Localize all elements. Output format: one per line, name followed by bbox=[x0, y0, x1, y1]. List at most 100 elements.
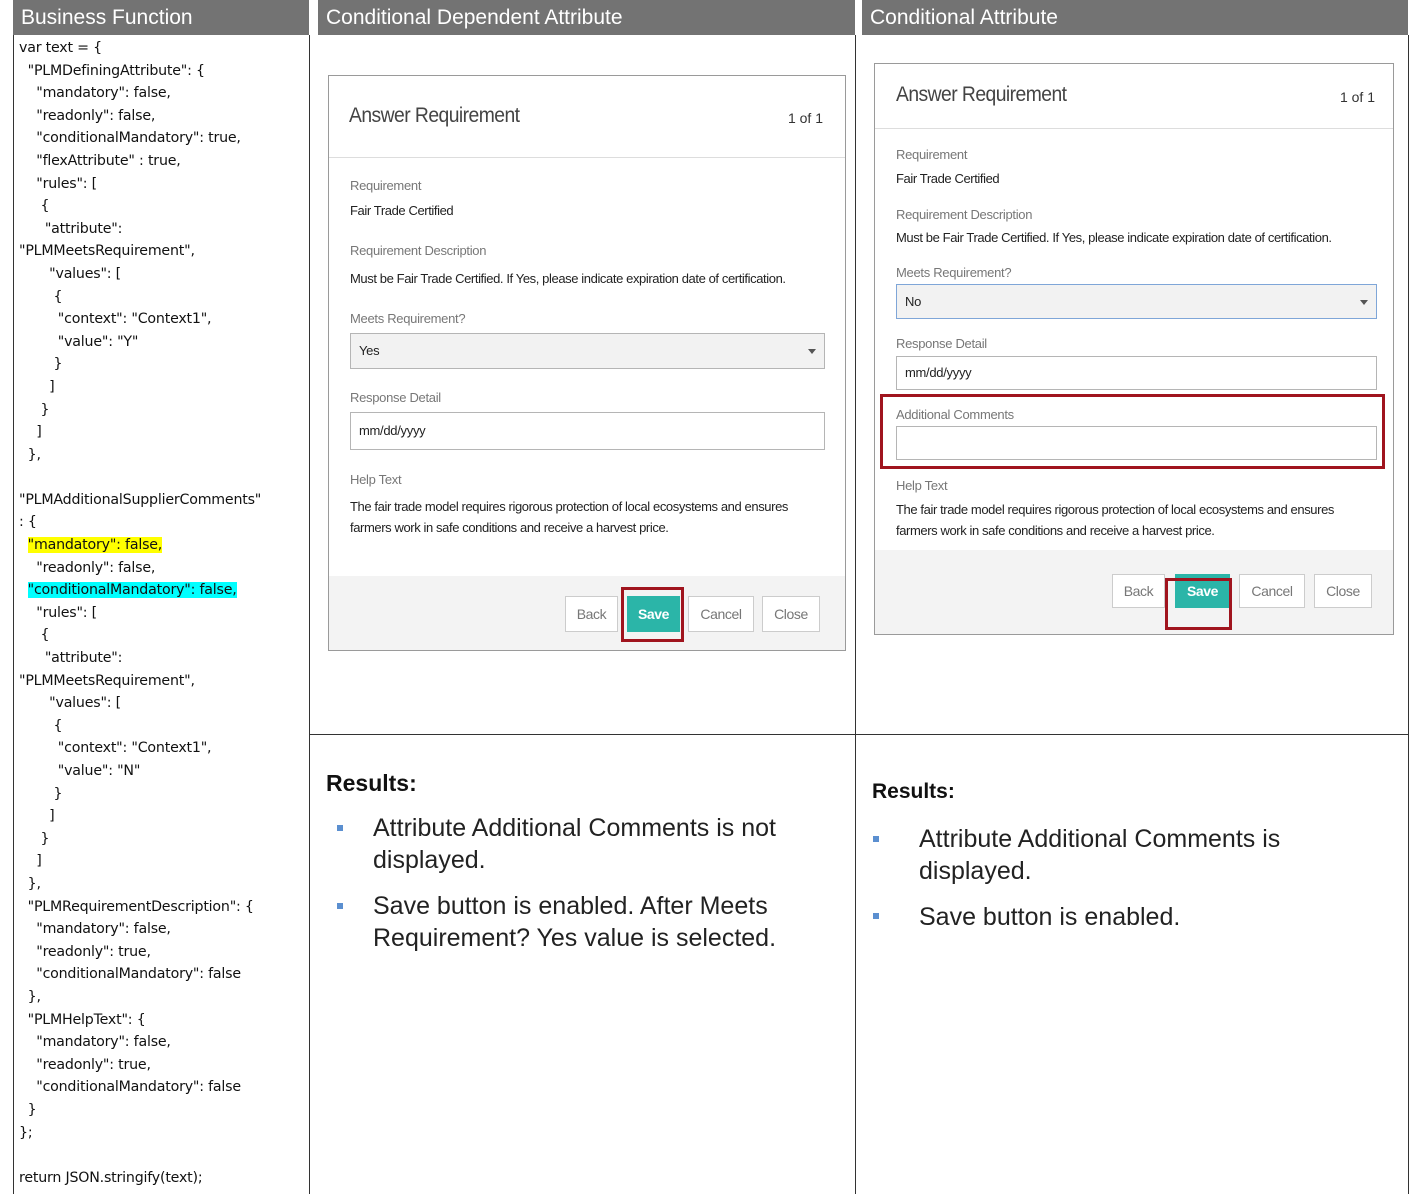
help-text-line-2: farmers work in safe conditions and rece… bbox=[896, 523, 1215, 538]
code-line: "attribute": bbox=[19, 650, 123, 667]
code-line: ] bbox=[19, 424, 42, 441]
result-item-2-dependent: Save button is enabled. After Meets Requ… bbox=[373, 890, 776, 954]
code-line: } bbox=[19, 830, 50, 847]
code-line: { bbox=[19, 627, 50, 644]
meets-requirement-selected-value: Yes bbox=[359, 343, 380, 358]
code-line: "values": [ bbox=[19, 265, 121, 282]
code-line: }, bbox=[19, 988, 41, 1005]
dialog-footer: Back Save Cancel Close bbox=[875, 550, 1393, 634]
save-button-highlight-box bbox=[1165, 578, 1232, 630]
result-line: displayed. bbox=[373, 846, 486, 874]
chevron-down-icon bbox=[808, 349, 816, 354]
help-text-line-1: The fair trade model requires rigorous p… bbox=[350, 499, 788, 514]
code-line: } bbox=[19, 1101, 37, 1118]
dialog-title: Answer Requirement bbox=[896, 83, 1067, 106]
code-line: } bbox=[19, 401, 50, 418]
code-line: } bbox=[19, 356, 63, 373]
result-line: Attribute Additional Comments is bbox=[919, 825, 1281, 853]
code-line: "attribute": bbox=[19, 220, 123, 237]
result-line: Attribute Additional Comments is not bbox=[373, 814, 776, 842]
response-detail-input[interactable]: mm/dd/yyyy bbox=[350, 412, 825, 450]
code-line: "context": "Context1", bbox=[19, 311, 212, 328]
code-line: "context": "Context1", bbox=[19, 740, 212, 757]
code-line: "conditionalMandatory": false, bbox=[19, 579, 309, 602]
back-button[interactable]: Back bbox=[565, 596, 618, 632]
code-line: "readonly": true, bbox=[19, 943, 151, 960]
bullet-icon bbox=[873, 913, 879, 919]
code-highlight-yellow: "mandatory": false, bbox=[27, 537, 163, 554]
code-line: }; bbox=[19, 1124, 33, 1141]
save-button-highlight-box bbox=[621, 587, 684, 642]
code-line: "conditionalMandatory": true, bbox=[19, 130, 241, 147]
help-text-value: The fair trade model requires rigorous p… bbox=[350, 496, 830, 538]
code-line: "value": "Y" bbox=[19, 333, 139, 350]
bullet-icon bbox=[873, 836, 879, 842]
help-text-line-2: farmers work in safe conditions and rece… bbox=[350, 520, 669, 535]
code-line: "readonly": false, bbox=[19, 559, 156, 576]
meets-requirement-label: Meets Requirement? bbox=[896, 265, 1012, 280]
code-line: { bbox=[19, 198, 50, 215]
result-line: Requirement? Yes value is selected. bbox=[373, 924, 777, 952]
dialog-footer: Back Save Cancel Close bbox=[329, 576, 845, 650]
table-divider-left bbox=[13, 35, 14, 1194]
dialog-header-divider bbox=[875, 128, 1393, 129]
requirement-label: Requirement bbox=[350, 178, 422, 193]
code-line: "mandatory": false, bbox=[19, 921, 171, 938]
code-line: ] bbox=[19, 853, 42, 870]
meets-requirement-select[interactable]: Yes bbox=[350, 333, 825, 369]
code-line: "rules": [ bbox=[19, 175, 98, 192]
response-detail-input[interactable]: mm/dd/yyyy bbox=[896, 356, 1377, 390]
table-divider-2 bbox=[855, 35, 856, 1194]
help-text-label: Help Text bbox=[350, 472, 402, 487]
requirement-label: Requirement bbox=[896, 147, 968, 162]
cancel-button[interactable]: Cancel bbox=[1239, 574, 1305, 608]
business-function-code: var text = { "PLMDefiningAttribute": { "… bbox=[19, 37, 309, 1189]
code-line: { bbox=[19, 288, 63, 305]
code-line: "PLMMeetsRequirement", bbox=[19, 672, 195, 689]
chevron-down-icon bbox=[1360, 299, 1368, 305]
close-button[interactable]: Close bbox=[1314, 574, 1372, 608]
help-text-value: The fair trade model requires rigorous p… bbox=[896, 499, 1386, 541]
table-divider-1 bbox=[309, 35, 310, 1194]
code-line: return JSON.stringify(text); bbox=[19, 1169, 203, 1186]
back-button[interactable]: Back bbox=[1112, 574, 1165, 608]
code-line: "rules": [ bbox=[19, 604, 98, 621]
requirement-value: Fair Trade Certified bbox=[350, 203, 454, 218]
requirement-description-label: Requirement Description bbox=[896, 207, 1033, 222]
help-text-label: Help Text bbox=[896, 478, 948, 493]
meets-requirement-selected-value: No bbox=[905, 294, 922, 309]
code-line: "readonly": true, bbox=[19, 1056, 151, 1073]
code-line: } bbox=[19, 785, 63, 802]
code-line: }, bbox=[19, 446, 41, 463]
help-text-line-1: The fair trade model requires rigorous p… bbox=[896, 502, 1334, 517]
requirement-value: Fair Trade Certified bbox=[896, 171, 1000, 186]
meets-requirement-select[interactable]: No bbox=[896, 284, 1377, 319]
code-line: "mandatory": false, bbox=[19, 85, 171, 102]
close-button[interactable]: Close bbox=[762, 596, 820, 632]
dialog-page-count: 1 of 1 bbox=[1339, 89, 1375, 105]
cancel-button[interactable]: Cancel bbox=[688, 596, 754, 632]
code-line: ] bbox=[19, 808, 55, 825]
code-line: : { bbox=[19, 514, 37, 531]
dialog-title: Answer Requirement bbox=[349, 104, 520, 127]
bullet-icon bbox=[337, 825, 343, 831]
requirement-description-value: Must be Fair Trade Certified. If Yes, pl… bbox=[350, 271, 786, 286]
result-item-1-dependent: Attribute Additional Comments is not dis… bbox=[373, 812, 776, 876]
result-line: Save button is enabled. bbox=[919, 903, 1181, 931]
code-line: ] bbox=[19, 378, 55, 395]
dialog-page-count: 1 of 1 bbox=[787, 110, 823, 126]
answer-requirement-dialog-conditional: Answer Requirement 1 of 1 Requirement Fa… bbox=[874, 63, 1394, 635]
response-detail-label: Response Detail bbox=[896, 336, 987, 351]
header-conditional-dependent-attribute: Conditional Dependent Attribute bbox=[318, 0, 855, 35]
additional-comments-highlight-box bbox=[880, 394, 1385, 469]
code-line: "PLMHelpText": { bbox=[19, 1011, 146, 1028]
result-item-1-conditional: Attribute Additional Comments is display… bbox=[919, 823, 1280, 887]
code-line: "PLMDefiningAttribute": { bbox=[19, 62, 205, 79]
results-title-conditional: Results: bbox=[872, 780, 955, 803]
meets-requirement-label: Meets Requirement? bbox=[350, 311, 466, 326]
code-line: "PLMRequirementDescription": { bbox=[19, 898, 254, 915]
code-line: "conditionalMandatory": false bbox=[19, 966, 241, 983]
code-line: "readonly": false, bbox=[19, 107, 156, 124]
